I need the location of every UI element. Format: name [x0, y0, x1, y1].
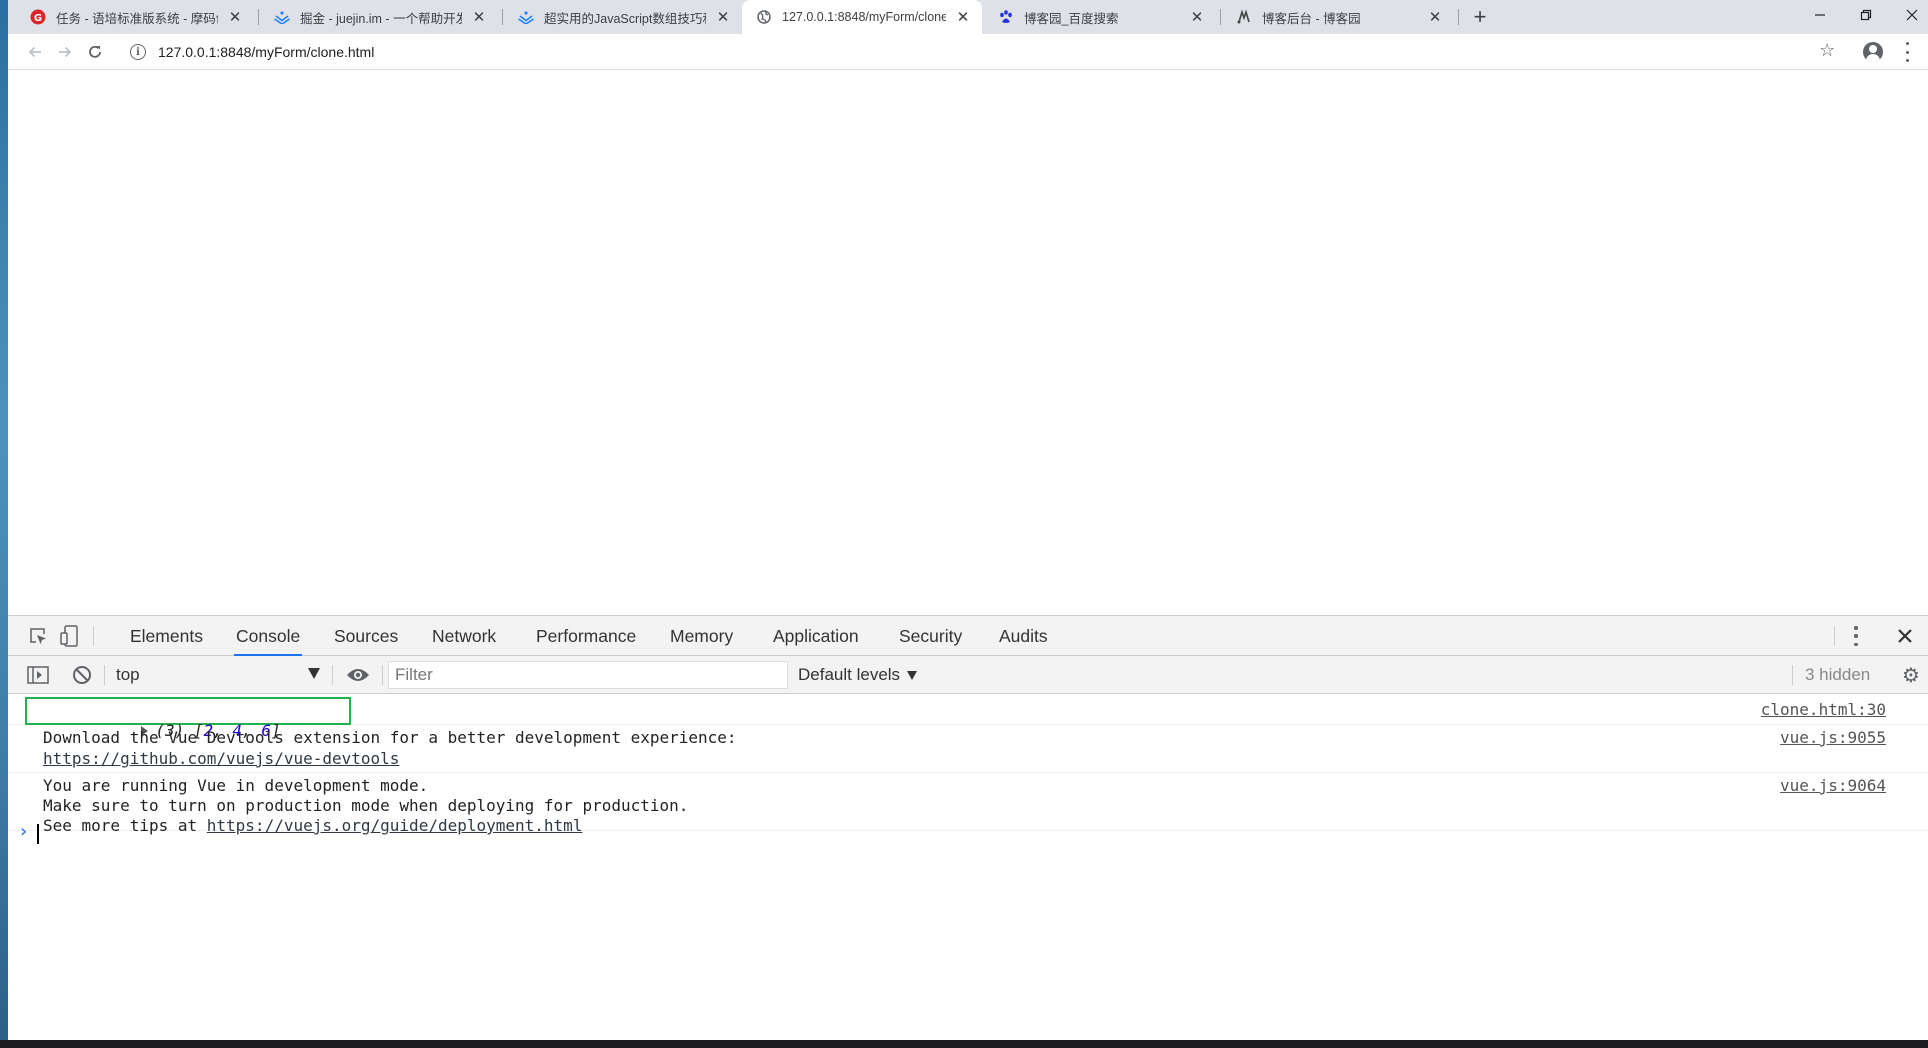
tab-title: 超实用的JavaScript数组技巧和示: [544, 11, 706, 26]
devtools-tab-network[interactable]: Network: [430, 616, 498, 656]
restore-icon[interactable]: [1843, 0, 1889, 30]
browser-menu-icon[interactable]: [1904, 42, 1910, 62]
devtools-tab-elements[interactable]: Elements: [128, 616, 205, 656]
toolbar-divider: [1834, 626, 1835, 646]
filter-input[interactable]: [395, 665, 787, 685]
browser-tab[interactable]: 博客后台 - 博客园 ✕: [1222, 0, 1454, 34]
dropdown-caret-icon: [907, 670, 918, 680]
address-bar[interactable]: i 127.0.0.1:8848/myForm/clone.html: [120, 37, 1840, 67]
url-text[interactable]: 127.0.0.1:8848/myForm/clone.html: [158, 44, 374, 60]
juejin-icon: [274, 9, 290, 25]
live-expression-eye-icon[interactable]: [346, 664, 370, 686]
tab-title: 127.0.0.1:8848/myForm/clone: [782, 10, 946, 24]
browser-tab[interactable]: 超实用的JavaScript数组技巧和示 ✕: [504, 0, 742, 34]
globe-icon: [756, 9, 772, 25]
inspect-element-icon[interactable]: [26, 625, 50, 647]
devtools-panel: Elements Console Sources Network Perform…: [8, 615, 1928, 1040]
hidden-messages-count: 3 hidden: [1805, 665, 1871, 684]
close-icon[interactable]: ✕: [226, 8, 244, 26]
bookmark-star-icon[interactable]: ☆: [1819, 40, 1835, 61]
console-toolbar: top Default levels 3 hidden ⚙: [8, 656, 1928, 694]
console-message: Download the Vue Devtools extension for …: [8, 725, 1928, 773]
console-prompt-chevron-icon: ›: [18, 821, 29, 842]
minimize-icon[interactable]: [1797, 0, 1843, 30]
toolbar-divider: [1792, 665, 1793, 685]
tab-separator: [1458, 9, 1459, 25]
tab-strip: G 任务 - 语培标准版系统 - 摩码创! ✕ 掘金 - juejin.im -…: [8, 0, 1928, 34]
close-icon[interactable]: ✕: [714, 8, 732, 26]
console-output[interactable]: (3) [2, 4, 6] clone.html:30 Download the…: [8, 694, 1928, 1041]
tab-title: 博客园_百度搜索: [1024, 11, 1119, 26]
back-arrow-icon[interactable]: [22, 39, 48, 65]
devtools-tab-audits[interactable]: Audits: [997, 616, 1050, 656]
close-icon[interactable]: ✕: [954, 8, 972, 26]
page-viewport[interactable]: [8, 71, 1928, 615]
close-icon[interactable]: ✕: [470, 8, 488, 26]
console-settings-gear-icon[interactable]: ⚙: [1901, 665, 1921, 687]
devtools-tab-sources[interactable]: Sources: [332, 616, 400, 656]
console-filter-field[interactable]: [388, 661, 788, 689]
toolbar-divider: [382, 665, 383, 685]
clear-console-icon[interactable]: [70, 664, 94, 686]
message-text: You are running Vue in development mode.: [43, 776, 429, 795]
devtools-close-icon[interactable]: [1894, 625, 1916, 647]
tab-title: 掘金 - juejin.im - 一个帮助开发者: [300, 11, 462, 26]
new-tab-button[interactable]: +: [1468, 4, 1492, 29]
browser-tab-active[interactable]: 127.0.0.1:8848/myForm/clone ✕: [742, 0, 982, 34]
devtools-tab-bar: Elements Console Sources Network Perform…: [8, 616, 1928, 656]
tab-separator: [1220, 9, 1221, 25]
log-levels-dropdown[interactable]: Default levels: [798, 662, 918, 688]
baidu-paw-icon: [998, 9, 1014, 25]
forward-arrow-icon[interactable]: [52, 39, 78, 65]
devtools-menu-icon[interactable]: [1853, 626, 1859, 646]
browser-window: G 任务 - 语培标准版系统 - 摩码创! ✕ 掘金 - juejin.im -…: [8, 0, 1928, 1040]
browser-tab[interactable]: 掘金 - juejin.im - 一个帮助开发者 ✕: [260, 0, 498, 34]
console-message: (3) [2, 4, 6] clone.html:30: [8, 694, 1928, 740]
dropdown-caret-icon: [308, 668, 320, 679]
tab-title: 博客后台 - 博客园: [1262, 11, 1361, 26]
message-link[interactable]: https://github.com/vuejs/vue-devtools: [43, 749, 399, 768]
message-text: Make sure to turn on production mode whe…: [43, 796, 689, 815]
tab-separator: [502, 9, 503, 25]
devtools-tab-memory[interactable]: Memory: [668, 616, 735, 656]
devtools-tab-console[interactable]: Console: [234, 616, 303, 656]
tab-title: 任务 - 语培标准版系统 - 摩码创!: [56, 11, 218, 26]
juejin-icon: [518, 9, 534, 25]
browser-tab[interactable]: G 任务 - 语培标准版系统 - 摩码创! ✕: [16, 0, 254, 34]
tab-separator: [258, 9, 259, 25]
profile-avatar-icon[interactable]: [1863, 42, 1883, 62]
close-icon[interactable]: ✕: [1426, 8, 1444, 26]
message-link[interactable]: https://vuejs.org/guide/deployment.html: [207, 816, 583, 835]
message-text: Download the Vue Devtools extension for …: [43, 728, 737, 747]
devtools-tab-security[interactable]: Security: [897, 616, 964, 656]
desktop-background: [0, 0, 8, 1048]
info-icon[interactable]: i: [130, 44, 146, 60]
browser-tab[interactable]: 博客园_百度搜索 ✕: [984, 0, 1216, 34]
context-selector[interactable]: top: [116, 662, 324, 688]
red-logo-icon: G: [30, 9, 46, 25]
window-close-icon[interactable]: [1889, 0, 1928, 30]
message-text: See more tips at: [43, 816, 207, 835]
console-input-cursor[interactable]: [37, 824, 39, 844]
sidebar-toggle-icon[interactable]: [26, 664, 50, 686]
toolbar-divider: [104, 665, 105, 685]
taskbar: [0, 1040, 1928, 1048]
devtools-tab-performance[interactable]: Performance: [534, 616, 638, 656]
source-link[interactable]: vue.js:9055: [1780, 728, 1886, 747]
source-link[interactable]: clone.html:30: [1761, 700, 1886, 719]
console-message: You are running Vue in development mode.…: [8, 773, 1928, 835]
context-value: top: [116, 665, 140, 684]
svg-text:G: G: [34, 13, 42, 24]
browser-toolbar: i 127.0.0.1:8848/myForm/clone.html ☆: [8, 34, 1928, 70]
cnblogs-icon: [1236, 9, 1252, 25]
toolbar-divider: [332, 665, 333, 685]
reload-icon[interactable]: [82, 39, 108, 65]
source-link[interactable]: vue.js:9064: [1780, 776, 1886, 795]
toolbar-divider: [93, 626, 94, 646]
close-icon[interactable]: ✕: [1188, 8, 1206, 26]
device-toolbar-icon[interactable]: [58, 625, 82, 647]
devtools-tab-application[interactable]: Application: [771, 616, 861, 656]
log-levels-label: Default levels: [798, 665, 901, 684]
